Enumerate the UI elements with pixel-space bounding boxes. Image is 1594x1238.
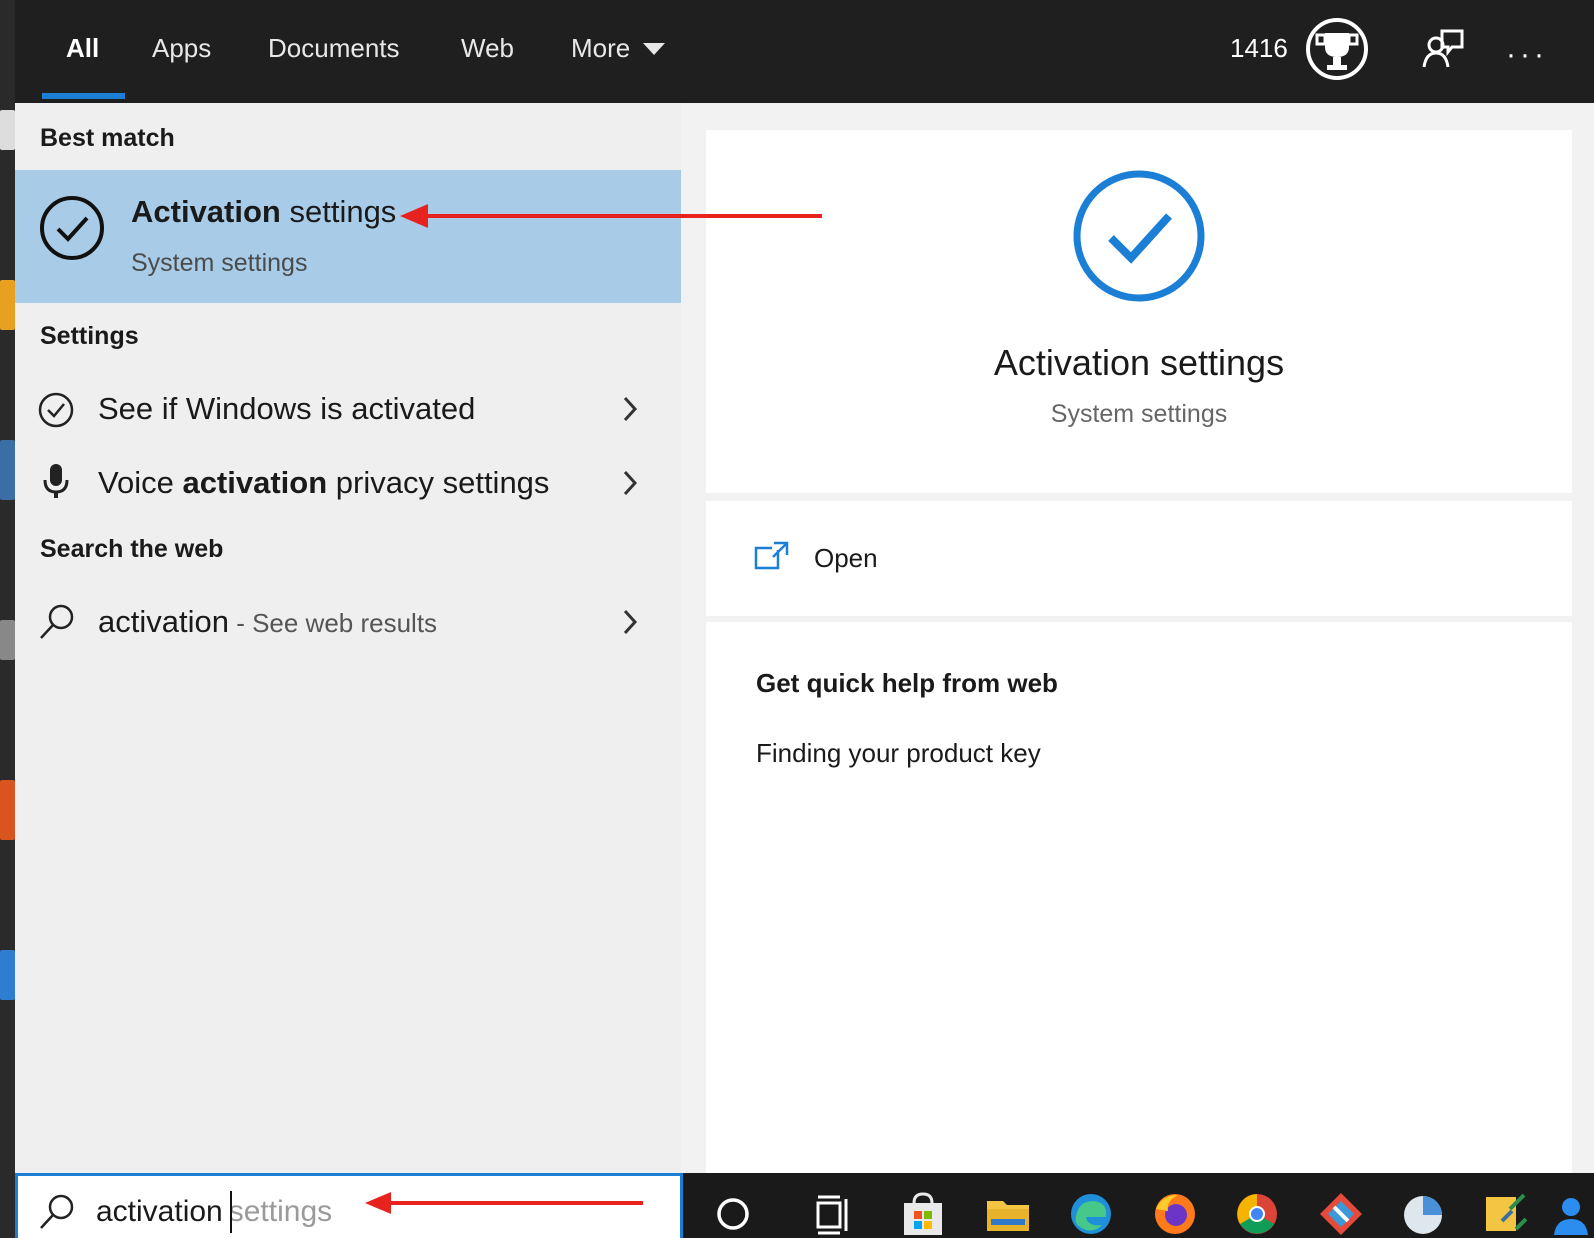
best-match-activation-settings[interactable] <box>15 170 681 303</box>
trophy-icon[interactable] <box>1305 17 1369 81</box>
microsoft-store-icon[interactable] <box>900 1191 946 1237</box>
active-tab-indicator <box>42 93 125 99</box>
app-icon-snipping[interactable] <box>1482 1191 1528 1237</box>
app-icon-tools[interactable] <box>1318 1191 1364 1237</box>
settings-item-text-post: privacy settings <box>327 465 550 500</box>
file-explorer-icon[interactable] <box>985 1191 1031 1237</box>
desktop-icon[interactable] <box>0 280 15 330</box>
web-search-label: activation - See web results <box>98 603 437 642</box>
desktop-icon[interactable] <box>0 780 15 840</box>
chevron-right-icon <box>623 470 638 496</box>
desktop-icon[interactable] <box>0 950 15 1000</box>
open-label: Open <box>814 543 878 573</box>
settings-item-text: See if Windows is activated <box>98 391 476 426</box>
search-query-text: activation settings <box>96 1195 332 1229</box>
ellipsis-icon[interactable]: ··· <box>1506 38 1548 72</box>
rewards-points: 1416 <box>1230 33 1288 63</box>
settings-heading: Settings <box>40 322 139 350</box>
edge-browser-icon[interactable] <box>1068 1191 1114 1237</box>
settings-item-label: Voice activation privacy settings <box>98 464 549 502</box>
desktop-icon[interactable] <box>0 110 15 150</box>
tab-documents[interactable]: Documents <box>268 32 400 64</box>
chevron-right-icon <box>623 396 638 422</box>
chrome-icon[interactable] <box>1234 1191 1280 1237</box>
app-icon-disk[interactable] <box>1400 1191 1446 1237</box>
quick-help-heading: Get quick help from web <box>756 668 1058 698</box>
preview-title: Activation settings <box>993 342 1285 383</box>
open-external-icon <box>754 541 789 570</box>
cortana-icon[interactable] <box>710 1191 756 1237</box>
tab-all[interactable]: All <box>66 32 99 64</box>
firefox-icon[interactable] <box>1152 1191 1198 1237</box>
best-match-subtitle: System settings <box>131 249 308 277</box>
tab-more[interactable]: More <box>571 32 666 64</box>
best-match-title-bold: Activation <box>131 194 281 229</box>
web-search-query: activation <box>98 604 229 639</box>
search-icon <box>40 604 74 639</box>
search-icon <box>40 1194 74 1229</box>
checkmark-circle-icon <box>40 196 104 260</box>
feedback-icon[interactable] <box>1422 29 1464 69</box>
desktop-icon[interactable] <box>0 440 15 500</box>
tab-apps[interactable]: Apps <box>152 32 211 64</box>
settings-item-text-bold: activation <box>182 465 328 500</box>
web-search-suffix: - See web results <box>228 608 438 638</box>
microphone-icon <box>43 464 69 498</box>
quick-help-link[interactable]: Finding your product key <box>756 738 1041 769</box>
people-icon[interactable] <box>1548 1191 1594 1237</box>
annotation-arrow <box>400 204 822 228</box>
search-suggestion: settings <box>228 1195 333 1228</box>
task-view-icon[interactable] <box>810 1191 856 1237</box>
best-match-heading: Best match <box>40 124 175 152</box>
annotation-arrow <box>365 1192 643 1214</box>
preview-subtitle: System settings <box>1050 400 1228 428</box>
settings-item-label: See if Windows is activated <box>98 390 475 428</box>
best-match-title: Activation settings <box>131 193 396 231</box>
caret-down-icon <box>643 43 666 56</box>
settings-item-text-pre: Voice <box>98 465 183 500</box>
checkmark-circle-icon <box>1073 170 1205 302</box>
quick-help-card <box>706 622 1572 1173</box>
tab-more-label: More <box>571 33 631 63</box>
search-typed: activation <box>96 1195 223 1228</box>
checkmark-circle-icon <box>38 392 74 428</box>
text-caret <box>230 1191 232 1233</box>
chevron-right-icon <box>623 609 638 635</box>
desktop-icon[interactable] <box>0 620 15 660</box>
search-web-heading: Search the web <box>40 535 224 563</box>
best-match-title-rest: settings <box>280 194 397 229</box>
desktop-background-strip <box>0 0 15 1238</box>
tab-web[interactable]: Web <box>461 32 514 64</box>
